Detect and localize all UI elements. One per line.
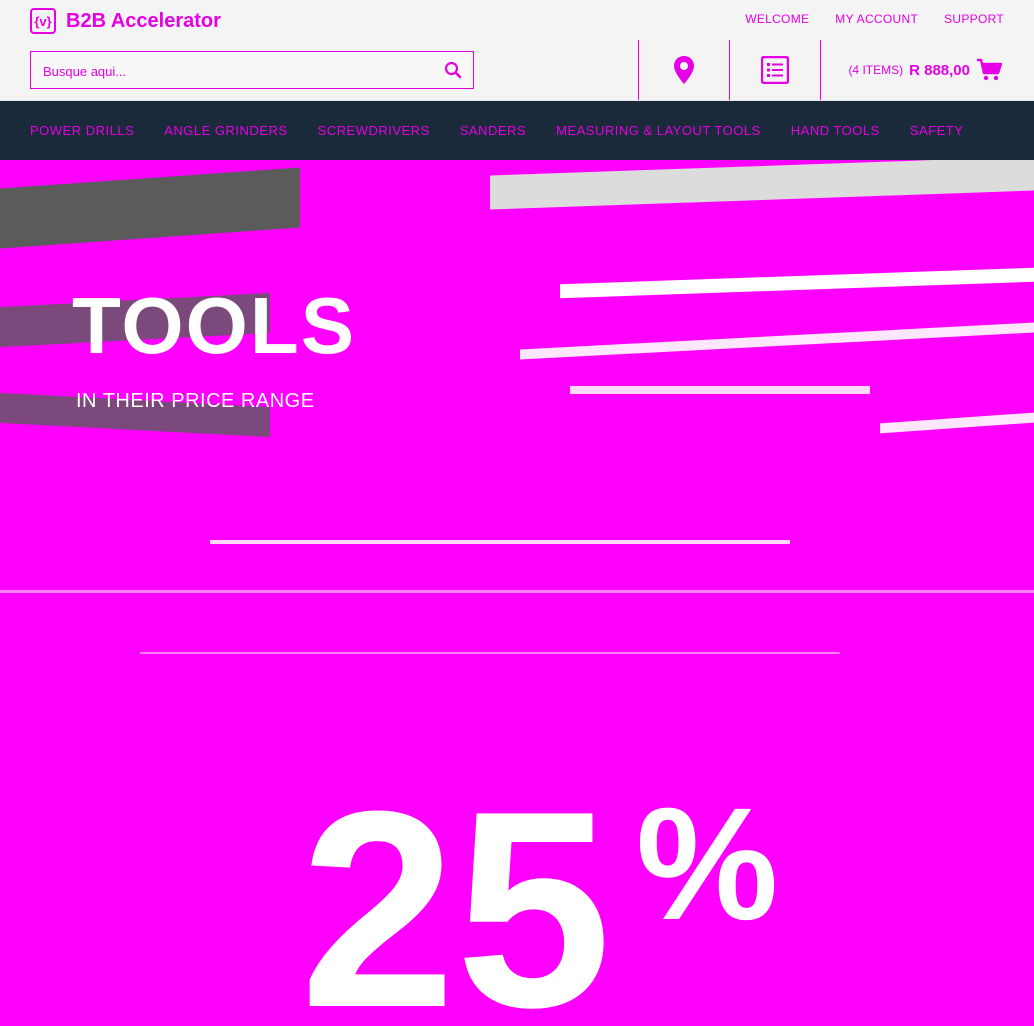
logo-icon: {v}	[30, 8, 56, 34]
tool-image	[570, 386, 870, 394]
category-nav: POWER DRILLS ANGLE GRINDERS SCREWDRIVERS…	[0, 101, 1034, 160]
search-box	[30, 51, 474, 89]
cart-total: R 888,00	[909, 61, 970, 79]
top-bar: {v} B2B Accelerator WELCOME MY ACCOUNT S…	[0, 0, 1034, 41]
tool-image	[880, 412, 1034, 434]
nav-item-angle-grinders[interactable]: ANGLE GRINDERS	[164, 123, 287, 138]
tool-image	[560, 267, 1034, 299]
nav-item-sanders[interactable]: SANDERS	[460, 123, 526, 138]
banner-streak	[210, 540, 790, 544]
nav-item-safety[interactable]: SAFETY	[910, 123, 964, 138]
location-pin-icon	[674, 56, 694, 84]
nav-item-screwdrivers[interactable]: SCREWDRIVERS	[318, 123, 430, 138]
cart-item-count: (4 ITEMS)	[848, 63, 904, 77]
my-account-link[interactable]: MY ACCOUNT	[835, 12, 918, 26]
store-locator-button[interactable]	[638, 40, 729, 100]
banner-streak	[0, 590, 1034, 593]
banner-streak	[140, 652, 840, 654]
quick-order-list-icon	[761, 56, 789, 84]
support-link[interactable]: SUPPORT	[944, 12, 1004, 26]
tool-image	[490, 160, 1034, 210]
cart-icon	[977, 58, 1002, 81]
nav-item-power-drills[interactable]: POWER DRILLS	[30, 123, 134, 138]
nav-item-measuring-layout-tools[interactable]: MEASURING & LAYOUT TOOLS	[556, 123, 761, 138]
brand-name: B2B Accelerator	[66, 9, 221, 32]
hero-banner[interactable]: THE MOST TOOLS IN THEIR PRICE RANGE 25 %	[0, 160, 1034, 1026]
mini-cart[interactable]: (4 ITEMS) R 888,00	[820, 40, 1034, 100]
hero-subtitle: IN THEIR PRICE RANGE	[76, 390, 315, 412]
tool-image	[520, 322, 1034, 360]
nav-item-hand-tools[interactable]: HAND TOOLS	[791, 123, 880, 138]
discount-percent-sign: %	[636, 774, 779, 953]
utility-bar: (4 ITEMS) R 888,00	[0, 40, 1034, 101]
welcome-link[interactable]: WELCOME	[745, 12, 809, 26]
quick-order-button[interactable]	[729, 40, 820, 100]
search-input[interactable]	[41, 60, 435, 82]
discount-number: 25	[300, 754, 612, 1026]
top-links: WELCOME MY ACCOUNT SUPPORT	[745, 12, 1004, 26]
search-icon	[444, 61, 462, 79]
search-button[interactable]	[441, 58, 465, 82]
hero-title-line-1: THE MOST	[76, 192, 291, 236]
hero-title-line-2: TOOLS	[72, 281, 357, 370]
brand-logo[interactable]: {v} B2B Accelerator	[30, 8, 221, 34]
